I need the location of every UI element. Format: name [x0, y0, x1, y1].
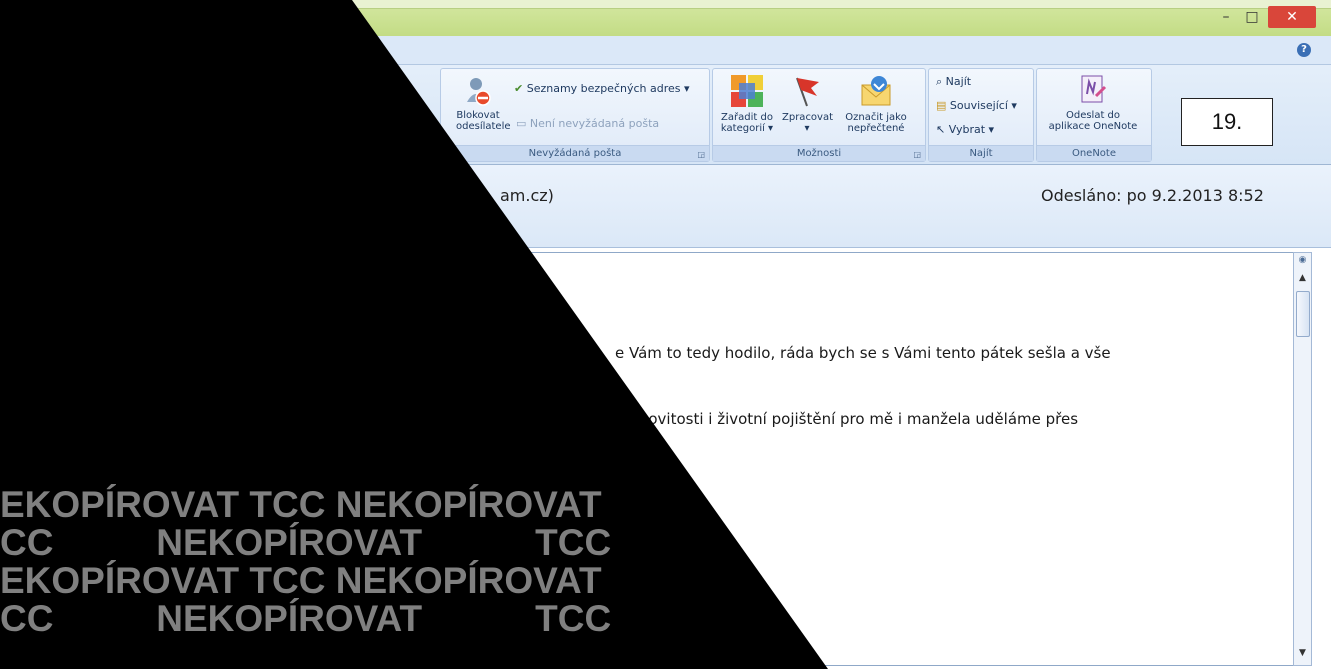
close-icon[interactable]: ✕ [1268, 6, 1316, 28]
categorize-label: Zařadit do kategorií ▾ [720, 112, 774, 134]
follow-up-button[interactable]: Zpracovat ▾ [782, 74, 834, 134]
watermark-line-2: CC NEKOPÍROVAT TCC [0, 522, 612, 563]
title-bar: – □ ✕ [0, 0, 1331, 36]
onenote-icon [1081, 75, 1107, 103]
junk-group-label: Nevyžádaná pošta [441, 145, 709, 161]
scroll-up-icon[interactable]: ▲ [1295, 273, 1310, 287]
dialog-launcher-icon[interactable]: ◲ [913, 150, 921, 159]
vertical-scrollbar[interactable]: ◉ ▲ ▼ [1293, 252, 1312, 666]
watermark-line-1: EKOPÍROVAT TCC NEKOPÍROVAT [0, 484, 602, 525]
not-junk-label: Není nevyžádaná pošta [529, 117, 660, 130]
dialog-launcher-icon[interactable]: ◲ [697, 150, 705, 159]
send-to-onenote-button[interactable]: Odeslat do aplikace OneNote [1040, 74, 1146, 132]
watermark-line-3: EKOPÍROVAT TCC NEKOPÍROVAT [0, 560, 602, 601]
safe-lists-icon: ✔ [514, 82, 524, 95]
categorize-icon [731, 75, 763, 107]
safe-lists-label: Seznamy bezpečných adres ▾ [526, 82, 690, 95]
scroll-down-icon[interactable]: ▼ [1295, 648, 1310, 662]
related-button[interactable]: ▤ Související ▾ [936, 99, 1017, 112]
find-button[interactable]: ⌕ Najít [936, 75, 971, 89]
select-label: Vybrat ▾ [948, 123, 995, 136]
find-label: Najít [945, 75, 972, 88]
binoculars-icon: ⌕ [936, 75, 943, 88]
not-junk-button[interactable]: ▭ Není nevyžádaná pošta [516, 117, 659, 130]
watermark-line-4: CC NEKOPÍROVAT TCC [0, 598, 612, 639]
scroll-option-icon[interactable]: ◉ [1295, 255, 1310, 271]
send-to-onenote-label: Odeslat do aplikace OneNote [1048, 110, 1138, 132]
mark-unread-label: Označit jako nepřečtené [845, 112, 907, 134]
block-sender-button[interactable]: Blokovat odesílatele [456, 76, 511, 132]
block-sender-icon [467, 78, 491, 106]
onenote-group-label: OneNote [1037, 145, 1151, 161]
not-junk-icon: ▭ [516, 117, 527, 130]
sent-date: Odesláno: po 9.2.2013 8:52 [1041, 186, 1264, 205]
ribbon-tab-strip [0, 36, 1331, 65]
flag-icon [796, 77, 819, 107]
mark-unread-button[interactable]: Označit jako nepřečtené [844, 74, 908, 134]
scroll-thumb[interactable] [1296, 291, 1310, 337]
options-group-label: Možnosti [713, 145, 925, 161]
find-group-label: Najít [929, 145, 1033, 161]
message-line-2: nemovitosti i životní pojištění pro mě i… [615, 410, 1079, 428]
select-button[interactable]: ↖ Vybrat ▾ [936, 123, 994, 136]
safe-lists-button[interactable]: ✔ Seznamy bezpečných adres ▾ [514, 82, 690, 95]
sender-address: am.cz) [500, 186, 554, 205]
message-header [0, 165, 1331, 248]
cursor-icon: ↖ [936, 123, 946, 136]
envelope-icon [861, 76, 891, 106]
related-icon: ▤ [936, 99, 947, 112]
related-label: Související ▾ [949, 99, 1017, 112]
page-number-label: 19. [1181, 98, 1273, 146]
follow-up-label: Zpracovat ▾ [782, 112, 834, 134]
categorize-button[interactable]: Zařadit do kategorií ▾ [715, 74, 779, 134]
help-icon[interactable]: ? [1297, 43, 1311, 57]
message-line-1: e Vám to tedy hodilo, ráda bych se s Vám… [615, 344, 1111, 362]
minimize-icon[interactable]: – [1214, 6, 1238, 28]
maximize-icon[interactable]: □ [1240, 6, 1264, 28]
title-strip [0, 0, 1331, 9]
